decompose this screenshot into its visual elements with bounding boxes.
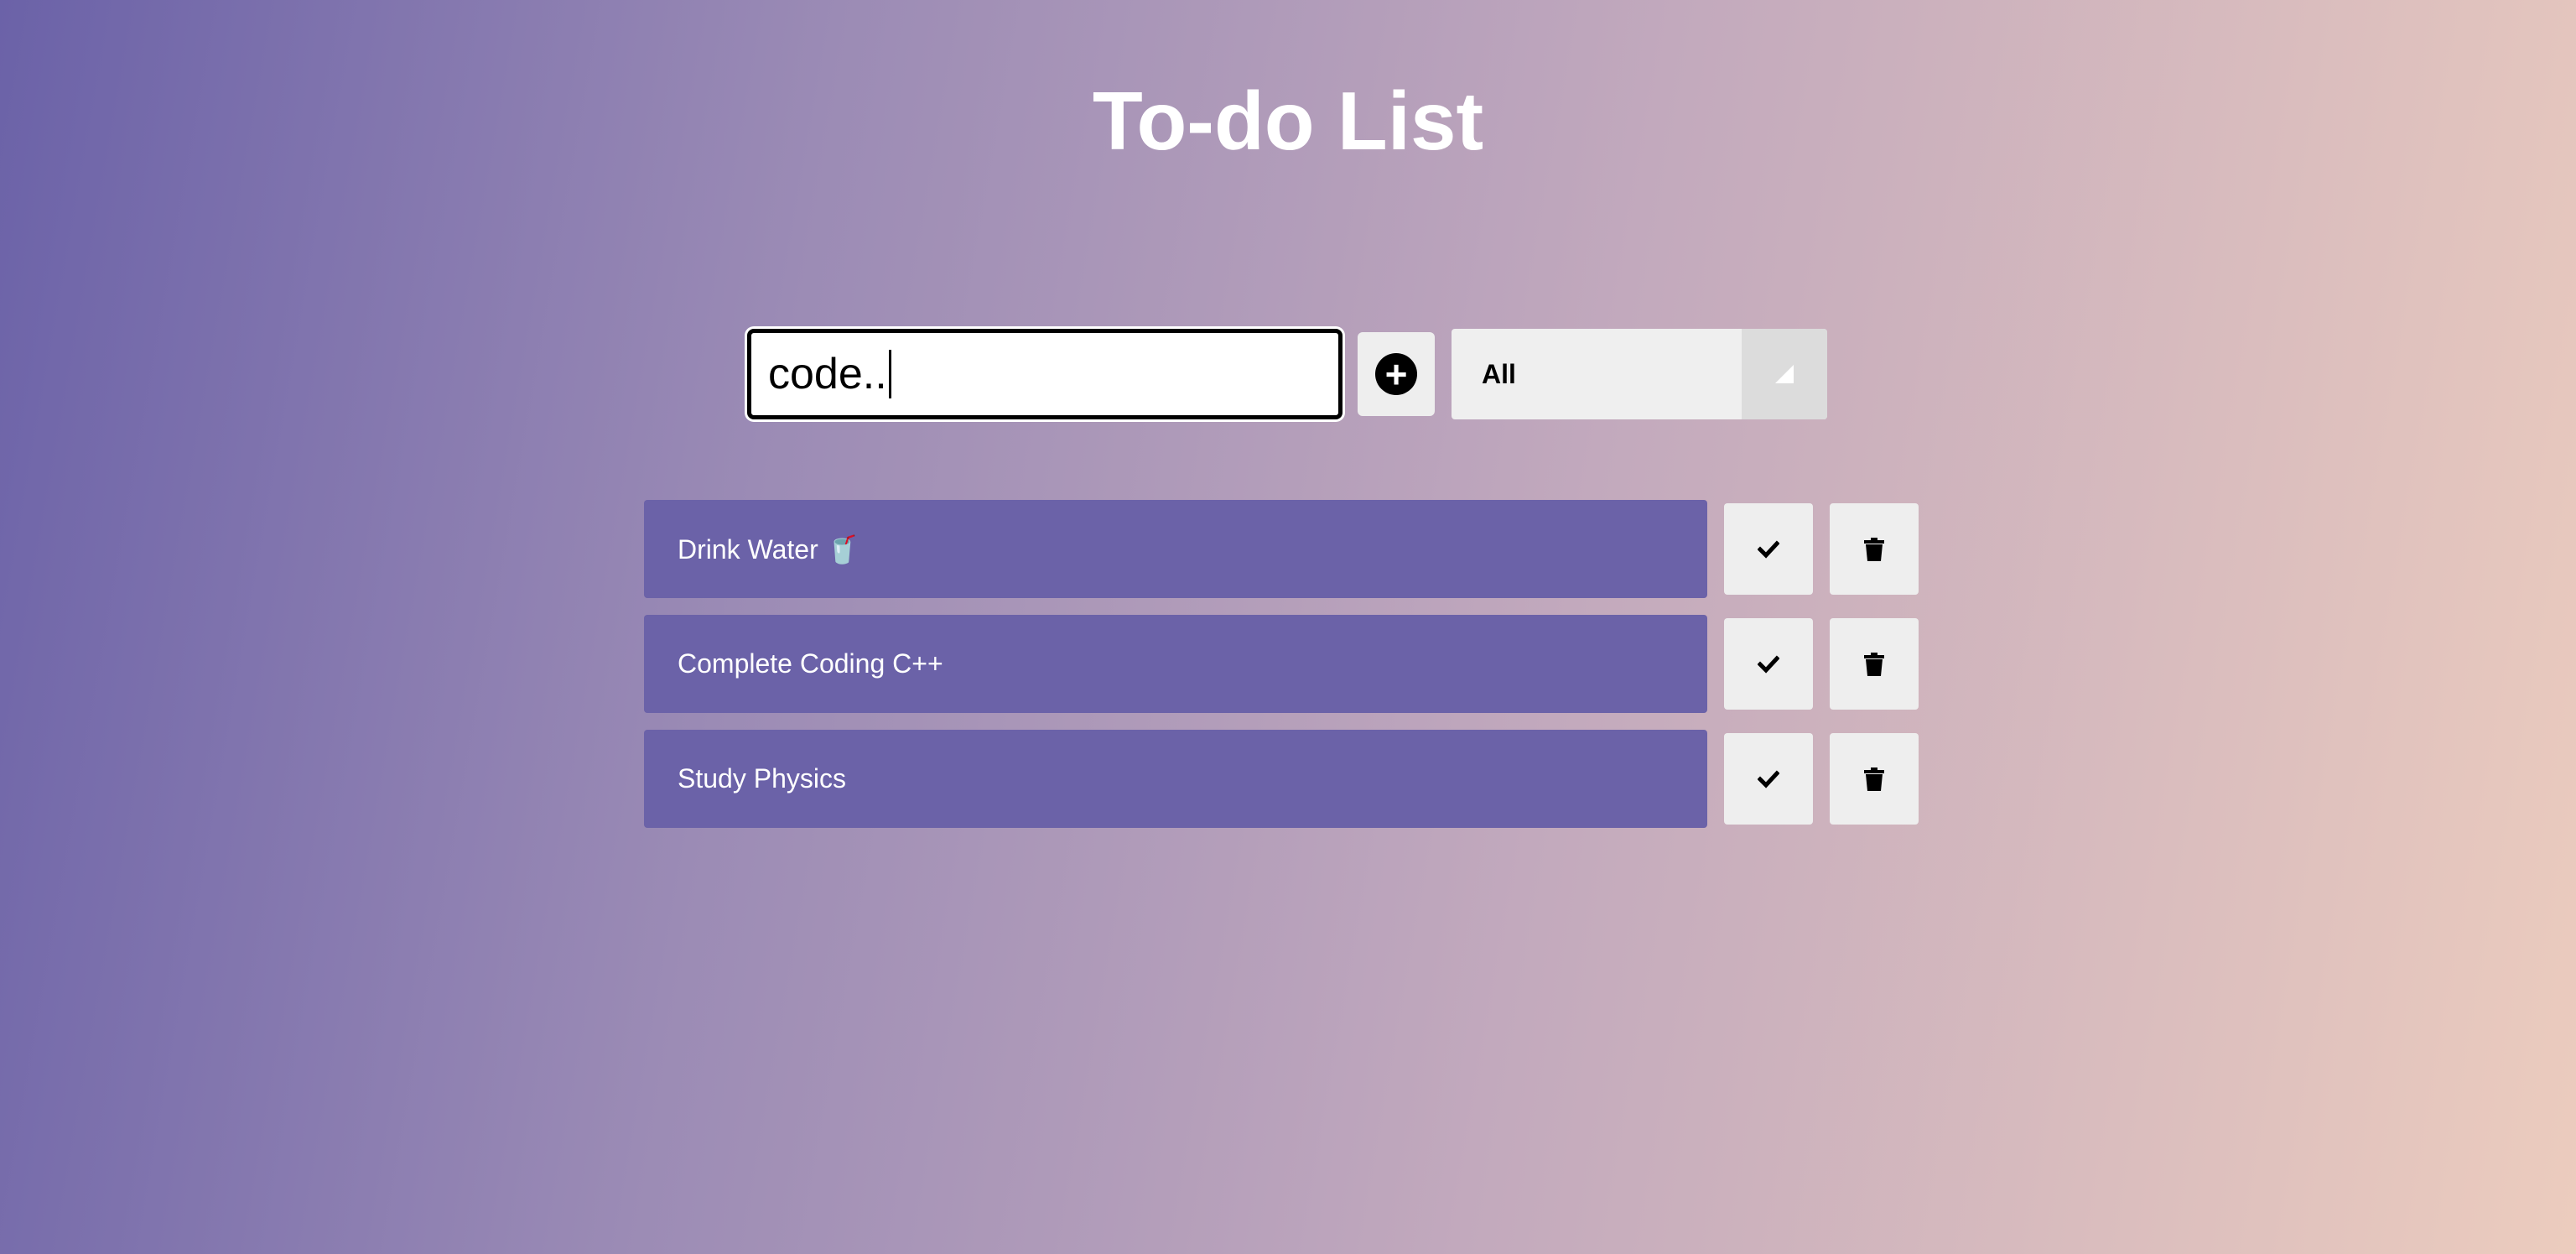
- delete-button[interactable]: [1830, 618, 1919, 710]
- text-caret: [888, 350, 891, 398]
- dropdown-arrow[interactable]: [1742, 329, 1827, 419]
- complete-button[interactable]: [1724, 618, 1813, 710]
- add-todo-button[interactable]: +: [1358, 332, 1435, 416]
- trash-icon: [1864, 767, 1884, 791]
- todo-item-text: Drink Water 🥤: [644, 500, 1707, 598]
- trash-icon: [1864, 652, 1884, 676]
- todo-input[interactable]: code..: [747, 329, 1343, 419]
- todo-list: Drink Water 🥤 Complete Coding C++ Study …: [644, 500, 1919, 845]
- page-title: To-do List: [1092, 75, 1484, 167]
- complete-button[interactable]: [1724, 503, 1813, 595]
- filter-selected-value: All: [1482, 358, 1516, 389]
- check-icon: [1758, 539, 1779, 559]
- trash-icon: [1864, 537, 1884, 561]
- todo-form: code.. + All: [747, 329, 1827, 419]
- plus-circle-icon: +: [1375, 353, 1417, 395]
- delete-button[interactable]: [1830, 503, 1919, 595]
- complete-button[interactable]: [1724, 733, 1813, 825]
- filter-select[interactable]: All: [1452, 329, 1827, 419]
- todo-item-text: Study Physics: [644, 730, 1707, 828]
- triangle-icon: [1775, 365, 1794, 383]
- delete-button[interactable]: [1830, 733, 1919, 825]
- todo-row: Drink Water 🥤: [644, 500, 1919, 598]
- todo-row: Study Physics: [644, 730, 1919, 828]
- check-icon: [1758, 769, 1779, 788]
- todo-input-value: code..: [768, 350, 887, 398]
- check-icon: [1758, 654, 1779, 674]
- todo-row: Complete Coding C++: [644, 615, 1919, 713]
- todo-item-text: Complete Coding C++: [644, 615, 1707, 713]
